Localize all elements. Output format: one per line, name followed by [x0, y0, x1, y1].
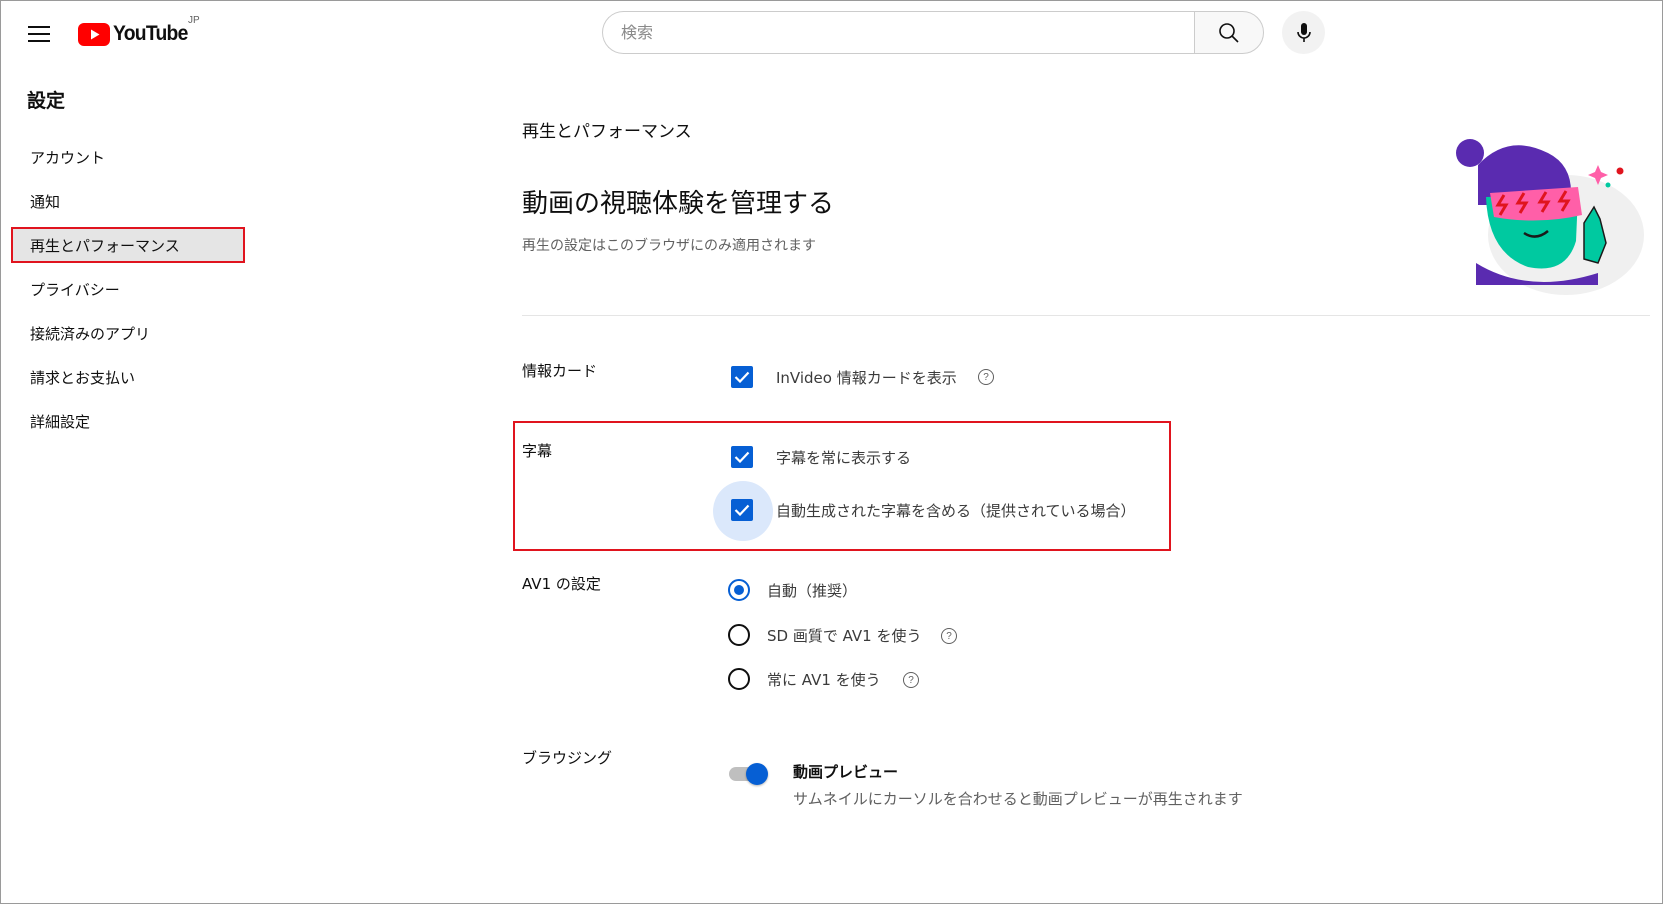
- auto-generated-captions-checkbox[interactable]: [731, 499, 753, 521]
- av1-auto-radio[interactable]: [728, 579, 750, 601]
- header-divider: [522, 315, 1650, 316]
- checkmark-icon: [734, 371, 750, 383]
- av1-label: AV1 の設定: [522, 575, 601, 593]
- video-preview-description: サムネイルにカーソルを合わせると動画プレビューが再生されます: [793, 790, 1243, 808]
- logo-text: YouTube: [113, 22, 188, 45]
- sidebar-item-playback[interactable]: 再生とパフォーマンス: [11, 227, 245, 263]
- av1-always-radio[interactable]: [728, 668, 750, 690]
- help-icon[interactable]: ?: [941, 628, 957, 644]
- region-code: JP: [188, 15, 200, 26]
- section-label: 再生とパフォーマンス: [522, 122, 692, 142]
- av1-sd-label: SD 画質で AV1 を使う: [767, 627, 922, 645]
- help-icon[interactable]: ?: [903, 672, 919, 688]
- video-preview-toggle[interactable]: [729, 762, 769, 786]
- voice-search-button[interactable]: [1282, 11, 1325, 54]
- info-cards-option-label: InVideo 情報カードを表示: [776, 369, 957, 387]
- checkmark-icon: [734, 504, 750, 516]
- youtube-logo[interactable]: YouTube: [78, 18, 194, 50]
- browsing-label: ブラウジング: [522, 749, 613, 767]
- captions-highlight-box: [513, 421, 1171, 551]
- search-icon: [1219, 22, 1239, 43]
- sidebar-item-advanced[interactable]: 詳細設定: [11, 403, 245, 439]
- av1-sd-radio[interactable]: [728, 624, 750, 646]
- search-button[interactable]: [1194, 11, 1264, 54]
- auto-generated-captions-label: 自動生成された字幕を含める（提供されている場合）: [776, 502, 1136, 520]
- always-show-captions-checkbox[interactable]: [731, 446, 753, 468]
- microphone-icon: [1296, 22, 1311, 42]
- sidebar-item-notifications[interactable]: 通知: [11, 183, 245, 219]
- page-heading: 動画の視聴体験を管理する: [522, 189, 835, 219]
- captions-label: 字幕: [522, 442, 553, 460]
- search-input[interactable]: [621, 23, 1194, 42]
- help-icon[interactable]: ?: [978, 369, 994, 385]
- info-cards-checkbox[interactable]: [731, 366, 753, 388]
- toggle-knob: [746, 763, 768, 785]
- menu-icon[interactable]: [24, 19, 54, 49]
- info-cards-label: 情報カード: [522, 362, 598, 380]
- search-box: [602, 11, 1194, 54]
- sidebar-item-billing[interactable]: 請求とお支払い: [11, 359, 245, 395]
- video-preview-title: 動画プレビュー: [793, 763, 899, 781]
- settings-title: 設定: [27, 90, 66, 112]
- sidebar-item-connected-apps[interactable]: 接続済みのアプリ: [11, 315, 245, 351]
- sidebar-item-account[interactable]: アカウント: [11, 139, 245, 175]
- av1-auto-label: 自動（推奨）: [767, 582, 858, 600]
- page-subheading: 再生の設定はこのブラウザにのみ適用されます: [522, 238, 816, 254]
- av1-always-label: 常に AV1 を使う: [767, 671, 881, 689]
- checkmark-icon: [734, 451, 750, 463]
- playback-illustration: [1456, 139, 1644, 295]
- sidebar-item-privacy[interactable]: プライバシー: [11, 271, 245, 307]
- always-show-captions-label: 字幕を常に表示する: [776, 449, 912, 467]
- youtube-play-icon: [78, 22, 110, 46]
